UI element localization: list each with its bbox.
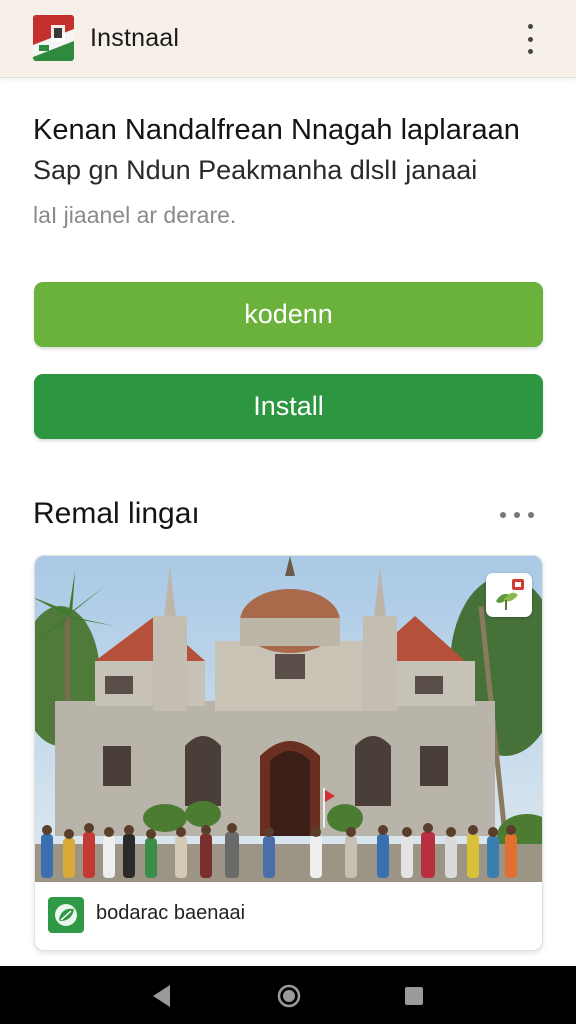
back-triangle-icon[interactable] [150, 983, 174, 1009]
app-title: Instnaal [90, 24, 180, 52]
app-screen: Instnaal Kenan Nandalfrean Nnagah laplar… [0, 0, 576, 1024]
flag-logo-icon[interactable] [33, 15, 74, 61]
place-card[interactable]: bodarac baenaai [34, 555, 543, 951]
more-vertical-icon[interactable] [516, 24, 544, 54]
card-footer-label: bodarac baenaai [96, 902, 246, 924]
system-nav-bar [0, 966, 576, 1024]
top-app-bar: Instnaal [0, 0, 576, 78]
more-horizontal-icon[interactable] [500, 508, 534, 522]
subline-text: Sap gn Ndun Peakmanha dlslI janaai [33, 155, 478, 185]
colonial-building-photo [35, 556, 542, 882]
headline-text: Kenan Nandalfrean Nnagah laplaraan [33, 114, 520, 146]
card-footer: bodarac baenaai [35, 882, 542, 950]
recents-square-icon[interactable] [403, 985, 425, 1007]
primary-button[interactable]: kodenn [34, 282, 543, 347]
home-circle-icon[interactable] [276, 983, 302, 1009]
section-title: Remal lingaı [33, 497, 200, 530]
install-button[interactable]: Install [34, 374, 543, 439]
app-leaf-icon [48, 897, 84, 933]
caption-text: laI jiaanel ar derare. [33, 202, 237, 228]
map-pin-badge-icon[interactable] [486, 573, 532, 617]
